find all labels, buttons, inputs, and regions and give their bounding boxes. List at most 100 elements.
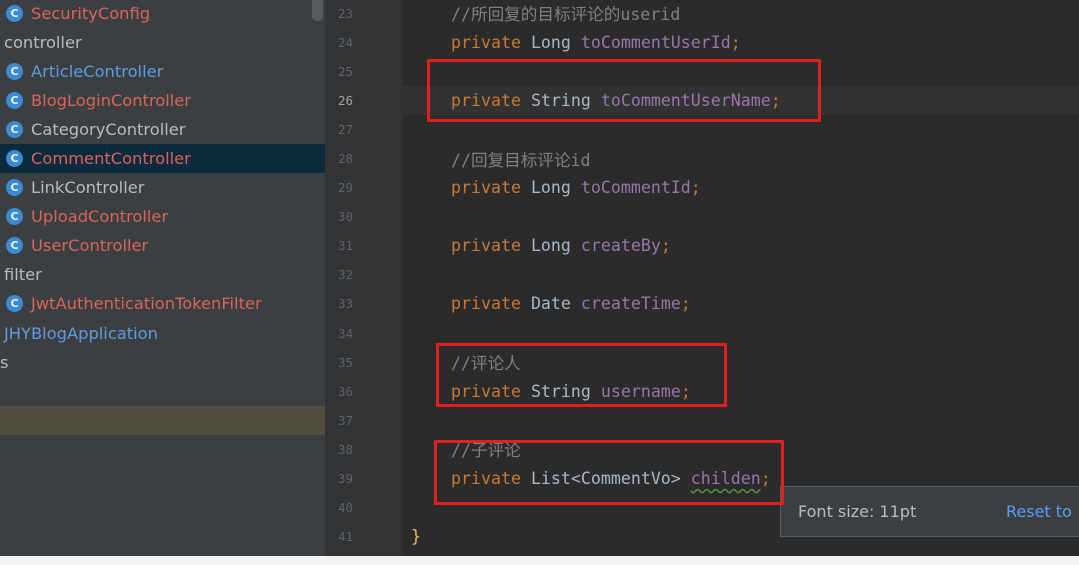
gutter-line[interactable]: 30 [325,202,403,231]
gutter-line[interactable]: 37 [325,406,403,435]
class-icon-letter: C [10,152,19,166]
gutter-line[interactable]: 31 [325,231,403,260]
gutter-line[interactable]: 38 [325,435,403,464]
class-icon: C [6,150,23,168]
tree-item-label: UserController [31,236,149,256]
tree-item-label: UploadController [31,207,169,227]
tree-item-uploadcontroller[interactable]: C UploadController [0,202,325,231]
code-line[interactable]: private Long toCommentId ; [403,173,1079,202]
class-icon: C [6,62,23,80]
class-icon-letter: C [10,122,19,136]
line-number: 25 [337,63,353,79]
tree-item-truncated[interactable]: s [0,348,325,377]
closing-brace-token: } [411,527,421,547]
class-icon: C [6,91,23,109]
keyword-token: private [451,294,531,314]
semicolon-token: ; [730,32,741,52]
line-number: 40 [337,500,353,516]
project-tree: C SecurityConfig controller C ArticleCon… [0,0,325,435]
editor-gutter: 23 24 25 26 27 28 29 30 31 32 33 34 35 3… [325,0,403,556]
code-line[interactable]: private Long createBy ; [403,231,1079,260]
keyword-token: private [451,178,531,198]
keyword-token: private [451,32,531,52]
code-line-empty[interactable] [403,260,1079,289]
class-icon-letter: C [10,6,19,20]
gutter-line[interactable]: 33 [325,289,403,318]
gutter-line[interactable]: 36 [325,377,403,406]
annotation-box-childen [434,440,784,505]
code-line[interactable]: private Date createTime ; [403,289,1079,318]
code-line-empty[interactable] [403,406,1079,435]
annotation-box-username [436,343,727,407]
font-size-popup: Font size: 11pt Reset to [780,486,1079,537]
tree-item-commentcontroller[interactable]: C CommentController [0,143,325,174]
type-token: Long [530,178,581,198]
field-token: toCommentId [580,178,691,198]
tree-item-blogologincontroller[interactable]: C BlogLoginController [0,86,325,115]
line-number: 32 [337,267,353,283]
gutter-line[interactable]: 34 [325,319,403,348]
line-number: 30 [337,209,353,225]
field-token: toCommentUserId [580,32,731,52]
gutter-line[interactable]: 41 [325,522,403,551]
tree-item-securityconfig[interactable]: C SecurityConfig [0,0,325,28]
line-number: 41 [337,529,353,545]
annotation-box-tocommentusername [427,59,821,122]
line-number: 33 [337,296,353,312]
tree-item-jwtauthenticationtokenfilter[interactable]: C JwtAuthenticationTokenFilter [0,289,325,318]
type-token: Date [530,294,581,314]
gutter-line[interactable]: 35 [325,348,403,377]
gutter-line[interactable]: 27 [325,115,403,144]
tree-item-jhyblogapplication[interactable]: JHYBlogApplication [0,319,325,348]
tree-item-linkcontroller[interactable]: C LinkController [0,173,325,202]
gutter-line[interactable]: 39 [325,464,403,493]
tree-item-label: JwtAuthenticationTokenFilter [31,294,262,314]
tree-scrollbar-thumb[interactable] [312,0,323,21]
reset-font-size-link[interactable]: Reset to [1006,487,1072,536]
project-tree-panel: C SecurityConfig controller C ArticleCon… [0,0,325,556]
code-line[interactable]: private Long toCommentUserId ; [403,28,1079,57]
comment-token: //所回复的目标评论的userid [451,5,681,25]
gutter-line[interactable]: 28 [325,144,403,173]
type-token: Long [530,236,581,256]
class-icon: C [6,120,23,138]
code-line-empty[interactable] [403,202,1079,231]
code-line[interactable]: //所回复的目标评论的userid [403,0,1079,28]
font-size-label: Font size: 11pt [798,502,917,521]
line-number: 28 [337,151,353,167]
gutter-line[interactable]: 24 [325,28,403,57]
class-icon: C [6,295,23,313]
tree-item-articlecontroller[interactable]: C ArticleController [0,57,325,86]
tree-item-label: JHYBlogApplication [4,323,158,343]
gutter-line[interactable]: 29 [325,173,403,202]
gutter-line[interactable]: 32 [325,260,403,289]
class-icon-letter: C [10,239,19,253]
tree-row-highlighted[interactable] [0,405,325,435]
class-icon: C [6,179,23,197]
tree-folder-filter[interactable]: filter [0,260,325,289]
line-number: 37 [337,412,353,428]
class-icon-letter: C [10,64,19,78]
line-number: 23 [337,5,353,21]
tree-item-label: ArticleController [31,61,164,81]
tree-item-label: BlogLoginController [31,90,191,110]
tree-item-label: filter [4,265,42,285]
keyword-token: private [451,236,531,256]
class-icon-letter: C [10,181,19,195]
tree-row-empty [0,377,325,406]
gutter-line[interactable]: 23 [325,0,403,28]
semicolon-token: ; [690,178,701,198]
tree-item-label: CommentController [31,149,191,169]
type-token: Long [530,32,581,52]
gutter-line[interactable]: 40 [325,493,403,522]
tree-item-label: SecurityConfig [31,3,151,23]
code-line[interactable]: //回复目标评论id [403,144,1079,173]
tree-item-usercontroller[interactable]: C UserController [0,231,325,260]
line-number: 31 [337,238,353,254]
gutter-line[interactable]: 25 [325,57,403,86]
field-token: createBy [580,236,661,256]
tree-item-categorycontroller[interactable]: C CategoryController [0,115,325,144]
tree-folder-controller[interactable]: controller [0,28,325,57]
gutter-line[interactable]: 26 [325,86,403,115]
class-icon: C [6,208,23,226]
